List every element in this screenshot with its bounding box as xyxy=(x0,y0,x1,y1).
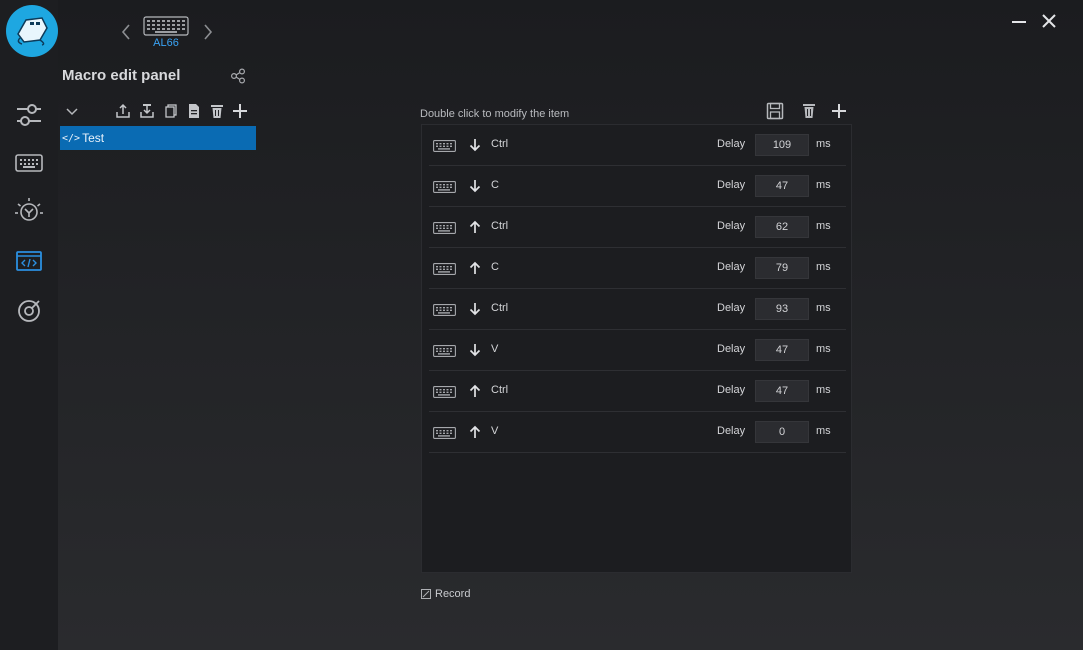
next-device-button[interactable] xyxy=(200,22,216,42)
export-icon[interactable] xyxy=(115,103,131,119)
lighting-icon[interactable] xyxy=(14,197,44,227)
delay-label: Delay xyxy=(717,220,746,232)
event-row[interactable]: Ctrl Delay 109 ms xyxy=(429,125,846,166)
event-row[interactable]: C Delay 79 ms xyxy=(429,248,846,289)
delay-unit: ms xyxy=(816,261,831,273)
key-down-arrow-icon xyxy=(469,138,481,152)
close-icon xyxy=(1042,14,1056,28)
delay-input[interactable]: 0 xyxy=(755,421,809,443)
delay-input[interactable]: 47 xyxy=(755,175,809,197)
logo-mascot-icon xyxy=(17,17,48,46)
key-up-arrow-icon xyxy=(469,384,481,398)
delay-label: Delay xyxy=(717,261,746,273)
delay-unit: ms xyxy=(816,138,831,150)
key-down-arrow-icon xyxy=(469,302,481,316)
delay-label: Delay xyxy=(717,425,746,437)
event-key: V xyxy=(491,425,499,437)
macro-item-test[interactable]: </> Test xyxy=(60,126,256,150)
event-row[interactable]: Ctrl Delay 47 ms xyxy=(429,371,846,412)
delay-label: Delay xyxy=(717,138,746,150)
keyboard-event-icon xyxy=(433,426,456,439)
keyboard-event-icon xyxy=(433,180,456,193)
performance-icon[interactable] xyxy=(14,296,44,326)
device-keyboard-icon xyxy=(143,16,189,36)
previous-device-button[interactable] xyxy=(118,22,134,42)
share-icon[interactable] xyxy=(230,68,246,84)
macro-list: </> Test xyxy=(60,126,256,150)
key-up-arrow-icon xyxy=(469,425,481,439)
delete-icon[interactable] xyxy=(800,102,818,120)
delete-icon[interactable] xyxy=(209,103,225,119)
add-icon[interactable] xyxy=(830,102,848,120)
chevron-left-icon xyxy=(121,24,130,40)
keyboard-event-icon xyxy=(433,303,456,316)
keyboard-event-icon xyxy=(433,221,456,234)
delay-unit: ms xyxy=(816,384,831,396)
keyboard-event-icon xyxy=(433,344,456,357)
delay-input[interactable]: 109 xyxy=(755,134,809,156)
chevron-down-icon[interactable] xyxy=(64,103,80,119)
event-key: Ctrl xyxy=(491,220,509,232)
delay-input[interactable]: 47 xyxy=(755,380,809,402)
delay-unit: ms xyxy=(816,179,831,191)
delay-label: Delay xyxy=(717,179,746,191)
delay-unit: ms xyxy=(816,343,831,355)
keyboard-event-icon xyxy=(433,262,456,275)
chevron-right-icon xyxy=(204,24,213,40)
key-up-arrow-icon xyxy=(469,261,481,275)
event-row[interactable]: C Delay 47 ms xyxy=(429,166,846,207)
app-window: AL66 Macro edit panel </> Test Double cl… xyxy=(0,0,1083,650)
panel-title: Macro edit panel xyxy=(62,67,181,84)
delay-label: Delay xyxy=(717,384,746,396)
keyboard-icon[interactable] xyxy=(14,148,44,178)
import-icon[interactable] xyxy=(139,103,155,119)
event-row[interactable]: V Delay 0 ms xyxy=(429,412,846,453)
code-icon: </> xyxy=(62,132,81,144)
event-row[interactable]: Ctrl Delay 62 ms xyxy=(429,207,846,248)
device-name: AL66 xyxy=(153,37,179,49)
event-key: Ctrl xyxy=(491,384,509,396)
delay-input[interactable]: 93 xyxy=(755,298,809,320)
event-row[interactable]: Ctrl Delay 93 ms xyxy=(429,289,846,330)
event-key: Ctrl xyxy=(491,138,509,150)
minimize-icon xyxy=(1012,21,1026,23)
delay-input[interactable]: 47 xyxy=(755,339,809,361)
copy-icon[interactable] xyxy=(163,103,179,119)
event-key: C xyxy=(491,179,499,191)
app-logo[interactable] xyxy=(6,5,58,57)
event-key: C xyxy=(491,261,499,273)
delay-unit: ms xyxy=(816,302,831,314)
key-down-arrow-icon xyxy=(469,343,481,357)
delay-input[interactable]: 62 xyxy=(755,216,809,238)
paste-icon[interactable] xyxy=(186,103,202,119)
delay-unit: ms xyxy=(816,425,831,437)
add-icon[interactable] xyxy=(232,103,248,119)
event-key: V xyxy=(491,343,499,355)
macro-event-list: Ctrl Delay 109 ms C Delay 47 ms Ctrl Delay 62 ms C De… xyxy=(421,124,852,573)
delay-input[interactable]: 79 xyxy=(755,257,809,279)
save-icon[interactable] xyxy=(766,102,784,120)
checkbox-icon xyxy=(421,589,431,599)
record-label: Record xyxy=(435,588,471,600)
minimize-button[interactable] xyxy=(1010,12,1028,30)
macro-icon[interactable] xyxy=(14,246,44,276)
editor-hint: Double click to modify the item xyxy=(420,108,570,120)
record-checkbox[interactable]: Record xyxy=(421,588,470,600)
close-button[interactable] xyxy=(1040,12,1058,30)
nav-rail xyxy=(0,0,58,650)
key-down-arrow-icon xyxy=(469,179,481,193)
keyboard-event-icon xyxy=(433,139,456,152)
macro-item-label: Test xyxy=(82,131,105,145)
delay-label: Delay xyxy=(717,302,746,314)
keyboard-event-icon xyxy=(433,385,456,398)
event-key: Ctrl xyxy=(491,302,509,314)
key-up-arrow-icon xyxy=(469,220,481,234)
delay-label: Delay xyxy=(717,343,746,355)
sliders-icon[interactable] xyxy=(14,100,44,130)
event-row[interactable]: V Delay 47 ms xyxy=(429,330,846,371)
delay-unit: ms xyxy=(816,220,831,232)
